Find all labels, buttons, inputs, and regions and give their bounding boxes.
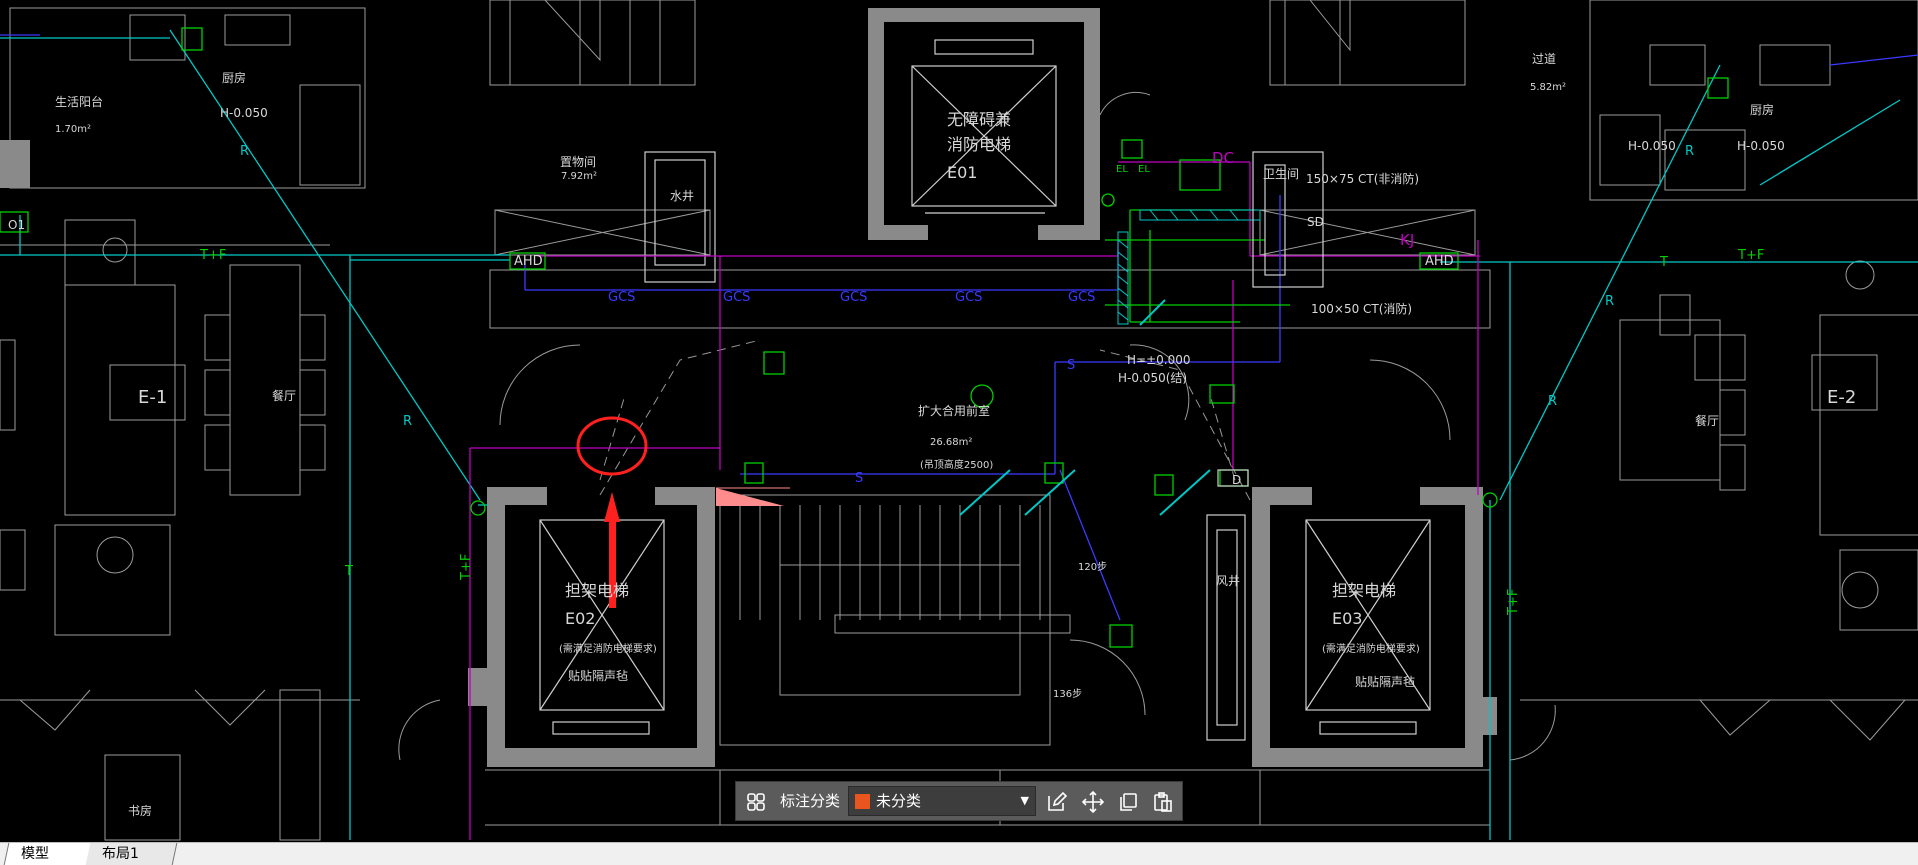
annotation-category-label: 标注分类 xyxy=(780,792,841,810)
storage-room-area: 7.92m² xyxy=(561,171,597,182)
ct-label-1: 150×75 CT(非消防) xyxy=(1306,171,1419,186)
stretcher-elevator-left-note: (需满足消防电梯要求) xyxy=(559,642,657,655)
dimension-136: 136步 xyxy=(1053,688,1082,700)
corridor-label: 过道 xyxy=(1532,52,1556,66)
sd-label: SD xyxy=(1307,215,1324,229)
elevator-main-label: 无障碍兼 xyxy=(947,110,1011,129)
r-label-1: R xyxy=(240,144,249,159)
tab-model-label: 模型 xyxy=(21,846,49,862)
gcs-label-5: GCS xyxy=(1068,290,1095,305)
o1-tag: O1 xyxy=(8,218,25,232)
tf-vertical-right: T+F xyxy=(1506,589,1521,616)
tf-right-label: T+F xyxy=(1737,248,1764,263)
r-label-3: R xyxy=(1685,144,1694,159)
corridor-area: 5.82m² xyxy=(1530,82,1566,93)
dining-right-label: 餐厅 xyxy=(1695,413,1719,428)
gcs-label-3: GCS xyxy=(840,290,867,305)
lobby-note: (吊顶高度2500) xyxy=(920,458,993,471)
gcs-label-1: GCS xyxy=(608,290,635,305)
toilet-label: 卫生间 xyxy=(1263,167,1299,181)
elevator-main-label-2: 消防电梯 xyxy=(947,135,1011,154)
r-label-2: R xyxy=(403,414,412,429)
layout-tab-bar: 模型 布局1 xyxy=(0,842,1918,865)
kitchen-left-label: 厨房 xyxy=(222,70,246,85)
category-color-swatch xyxy=(855,794,870,809)
t-vertical-label: T xyxy=(344,564,353,579)
stretcher-elevator-right-tag: 贴贴隔声毡 xyxy=(1355,675,1415,689)
r-label-5: R xyxy=(1548,394,1557,409)
gcs-label-4: GCS xyxy=(955,290,982,305)
annotation-toolbar: 标注分类 未分类 ▼ xyxy=(735,781,1183,821)
ahd-left-label: AHD xyxy=(514,254,543,269)
dimension-120: 120步 xyxy=(1078,561,1107,573)
lobby-area: 26.68m² xyxy=(930,437,972,448)
s-label-2: S xyxy=(1067,358,1075,373)
copy-icon[interactable] xyxy=(1116,790,1140,814)
s-label-1: S xyxy=(855,471,863,486)
dining-left-label: 餐厅 xyxy=(272,388,296,403)
h-level-1: H-0.050 xyxy=(1628,139,1676,153)
stretcher-elevator-left-code: E02 xyxy=(565,609,595,628)
grid-icon[interactable] xyxy=(744,790,768,814)
stretcher-elevator-right-note: (需满足消防电梯要求) xyxy=(1322,642,1420,655)
kitchen-right-label: 厨房 xyxy=(1750,102,1774,117)
edit-icon[interactable] xyxy=(1045,790,1069,814)
tab-layout1[interactable]: 布局1 xyxy=(85,843,178,865)
lobby-label: 扩大合用前室 xyxy=(918,403,990,418)
el-label-2: EL xyxy=(1138,164,1150,175)
tf-vertical-left: T+F xyxy=(459,554,474,581)
tab-layout1-label: 布局1 xyxy=(102,846,139,862)
unit-left-label: E-1 xyxy=(138,387,167,408)
cad-drawing-canvas[interactable]: 无障碍兼 消防电梯 E01 担架电梯 E02 担架电梯 E03 (需满足消防电梯… xyxy=(0,0,1918,842)
storage-room-label: 置物间 xyxy=(560,155,596,169)
d-tag: D xyxy=(1232,473,1241,487)
el-label-1: EL xyxy=(1116,164,1128,175)
ct-label-2: 100×50 CT(消防) xyxy=(1311,301,1412,316)
stretcher-elevator-left-tag: 贴贴隔声毡 xyxy=(568,669,628,683)
unit-right-label: E-2 xyxy=(1827,387,1856,408)
tf-left-label: T+F xyxy=(199,248,226,263)
r-label-4: R xyxy=(1605,294,1614,309)
tab-model[interactable]: 模型 xyxy=(3,843,97,865)
ahd-right-label: AHD xyxy=(1425,254,1454,269)
kitchen-left-level: H-0.050 xyxy=(220,106,268,120)
balcony-label: 生活阳台 xyxy=(55,94,103,109)
gcs-label-2: GCS xyxy=(723,290,750,305)
balcony-area: 1.70m² xyxy=(55,124,91,135)
stretcher-elevator-right-code: E03 xyxy=(1332,609,1362,628)
air-shaft-label: 风井 xyxy=(1216,574,1240,588)
level-sub: H-0.050(结) xyxy=(1118,371,1187,385)
kj-label: KJ xyxy=(1400,231,1414,249)
level-main: H=±0.000 xyxy=(1127,353,1191,367)
t-right-label: T xyxy=(1659,255,1668,270)
dc-label: DC xyxy=(1212,149,1234,167)
h-level-2: H-0.050 xyxy=(1737,139,1785,153)
elevator-main-code: E01 xyxy=(947,163,977,182)
stretcher-elevator-left-label: 担架电梯 xyxy=(565,581,629,600)
paste-icon[interactable] xyxy=(1151,790,1175,814)
study-label: 书房 xyxy=(128,803,152,818)
stretcher-elevator-right-label: 担架电梯 xyxy=(1332,581,1396,600)
move-icon[interactable] xyxy=(1081,790,1105,814)
water-well-label: 水井 xyxy=(670,189,694,203)
chevron-down-icon: ▼ xyxy=(1020,794,1029,807)
category-value: 未分类 xyxy=(876,792,922,810)
category-dropdown[interactable]: 未分类 ▼ xyxy=(848,786,1036,816)
